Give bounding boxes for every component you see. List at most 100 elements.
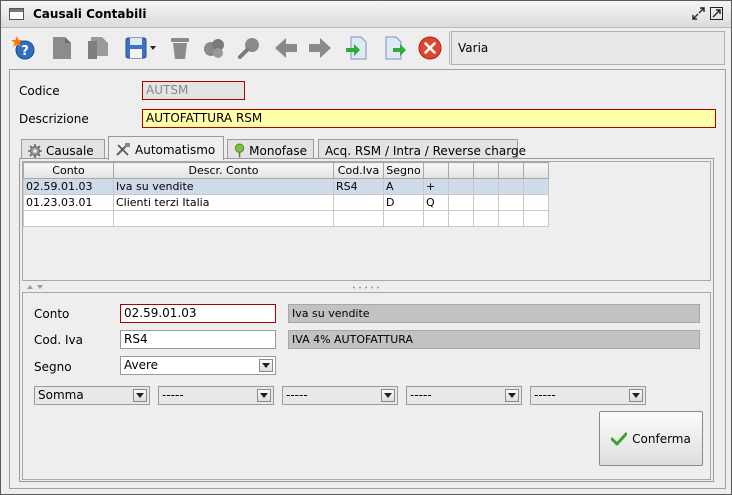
checkmark-icon	[611, 432, 628, 445]
cell-extra[interactable]	[523, 210, 549, 227]
col-extra-3[interactable]	[473, 162, 499, 179]
codice-field[interactable]: AUTSM	[142, 81, 245, 100]
cell-descr[interactable]: Clienti terzi Italia	[113, 194, 334, 211]
cell-descr[interactable]	[113, 210, 334, 227]
tab-acq-rsm-label: Acq. RSM / Intra / Reverse charge	[325, 143, 526, 158]
cell-conto[interactable]: 01.23.03.01	[23, 194, 114, 211]
chevron-down-icon[interactable]	[629, 389, 643, 402]
help-icon[interactable]: ?	[11, 35, 37, 61]
cell-segno[interactable]	[383, 210, 424, 227]
cell-segno[interactable]: D	[383, 194, 424, 211]
col-descr-conto[interactable]: Descr. Conto	[113, 162, 334, 179]
copy-document-icon[interactable]	[85, 35, 111, 61]
operation-select-4[interactable]: -----	[406, 386, 522, 405]
chevron-down-icon[interactable]	[133, 389, 147, 402]
window-icon	[9, 8, 24, 20]
cell-extra[interactable]	[473, 210, 499, 227]
descrizione-field[interactable]: AUTOFATTURA RSM	[142, 109, 716, 128]
col-extra-5[interactable]	[523, 162, 549, 179]
operation-select-5[interactable]: -----	[530, 386, 646, 405]
toolbar-separator	[449, 31, 450, 65]
cell-extra[interactable]	[448, 178, 474, 195]
col-extra-1[interactable]	[423, 162, 449, 179]
drag-handle-icon[interactable]	[352, 286, 382, 289]
search-icon[interactable]	[237, 35, 263, 61]
tab-causale[interactable]: Causale	[21, 139, 105, 159]
operation-select-4-value: -----	[410, 388, 432, 402]
collapse-arrows-icon[interactable]	[26, 284, 46, 290]
conto-description: Iva su vendite	[288, 304, 700, 323]
close-icon[interactable]	[417, 35, 443, 61]
maximize-icon[interactable]	[709, 7, 724, 22]
table-row[interactable]: 01.23.03.01 Clienti terzi Italia D Q	[23, 194, 549, 211]
operation-select-2-value: -----	[162, 388, 184, 402]
chevron-down-icon[interactable]	[259, 359, 273, 372]
col-segno[interactable]: Segno	[383, 162, 424, 179]
cell-conto[interactable]	[23, 210, 114, 227]
cell-descr[interactable]: Iva su vendite	[113, 178, 334, 195]
chevron-down-icon[interactable]	[381, 389, 395, 402]
automatismo-grid: Conto Descr. Conto Cod.Iva Segno 02.59.0…	[22, 161, 711, 281]
automatismo-table: Conto Descr. Conto Cod.Iva Segno 02.59.0…	[23, 162, 549, 227]
cell-extra[interactable]	[448, 194, 474, 211]
tab-acq-rsm[interactable]: Acq. RSM / Intra / Reverse charge	[318, 139, 526, 159]
split-pane-divider[interactable]	[22, 283, 711, 291]
tab-monofase-label: Monofase	[249, 143, 307, 158]
operation-select-1[interactable]: Somma	[34, 386, 150, 405]
cell-extra[interactable]	[498, 210, 524, 227]
context-label: Varia	[458, 41, 489, 55]
cell-codiva[interactable]: RS4	[333, 178, 384, 195]
cell-extra[interactable]	[498, 178, 524, 195]
cell-extra[interactable]	[523, 178, 549, 195]
operation-select-2[interactable]: -----	[158, 386, 274, 405]
operation-select-3[interactable]: -----	[282, 386, 398, 405]
cell-codiva[interactable]	[333, 194, 384, 211]
cod-iva-description: IVA 4% AUTOFATTURA	[288, 330, 700, 349]
conto-label: Conto	[34, 307, 70, 321]
conferma-button-label: Conferma	[632, 431, 691, 446]
tab-monofase[interactable]: Monofase	[227, 139, 314, 159]
arrow-right-icon[interactable]	[307, 35, 333, 61]
cell-extra[interactable]	[448, 210, 474, 227]
delete-bin-icon[interactable]	[167, 35, 193, 61]
svg-text:?: ?	[21, 44, 29, 59]
pin-icon	[234, 143, 245, 158]
cell-extra[interactable]	[523, 194, 549, 211]
conto-field[interactable]: 02.59.01.03	[120, 304, 276, 323]
import-icon[interactable]	[343, 35, 369, 61]
restore-icon[interactable]	[691, 7, 706, 22]
col-cod-iva[interactable]: Cod.Iva	[333, 162, 384, 179]
print-icon[interactable]	[201, 35, 227, 61]
col-conto[interactable]: Conto	[23, 162, 114, 179]
tab-automatismo[interactable]: Automatismo	[108, 136, 224, 160]
conferma-button[interactable]: Conferma	[599, 411, 703, 466]
save-icon[interactable]	[123, 35, 159, 61]
operation-select-5-value: -----	[534, 388, 556, 402]
chevron-down-icon[interactable]	[505, 389, 519, 402]
arrow-left-icon[interactable]	[273, 35, 299, 61]
segno-select[interactable]: Avere	[120, 356, 276, 375]
col-extra-4[interactable]	[498, 162, 524, 179]
table-row[interactable]: 02.59.01.03 Iva su vendite RS4 A +	[23, 178, 549, 195]
gear-icon	[28, 143, 42, 158]
segno-label: Segno	[34, 360, 72, 374]
cell-extra[interactable]	[498, 194, 524, 211]
cell-extra[interactable]	[473, 178, 499, 195]
export-icon[interactable]	[383, 35, 409, 61]
cell-segno[interactable]: A	[383, 178, 424, 195]
context-panel: Varia	[451, 31, 725, 65]
cell-conto[interactable]: 02.59.01.03	[23, 178, 114, 195]
cell-extra[interactable]	[423, 210, 449, 227]
operation-select-1-value: Somma	[38, 388, 84, 402]
cod-iva-field[interactable]: RS4	[120, 330, 276, 349]
cell-extra[interactable]: +	[423, 178, 449, 195]
col-extra-2[interactable]	[448, 162, 474, 179]
cell-extra[interactable]	[473, 194, 499, 211]
tab-automatismo-label: Automatismo	[135, 142, 216, 157]
detail-panel: Conto 02.59.01.03 Iva su vendite Cod. Iv…	[22, 292, 711, 480]
cell-codiva[interactable]	[333, 210, 384, 227]
chevron-down-icon[interactable]	[257, 389, 271, 402]
table-row[interactable]	[23, 210, 549, 227]
cell-extra[interactable]: Q	[423, 194, 449, 211]
new-document-icon[interactable]	[49, 35, 75, 61]
